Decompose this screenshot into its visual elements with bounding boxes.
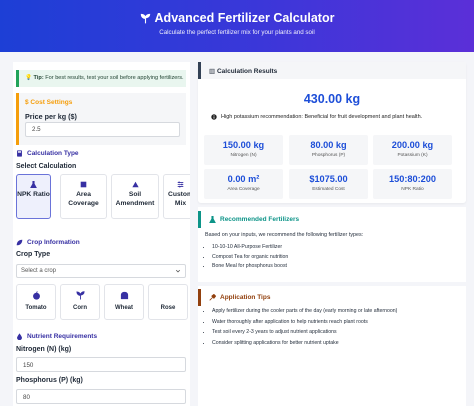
leaf-icon xyxy=(16,239,23,246)
nutrients-heading: Nutrient Requirements xyxy=(16,333,97,340)
price-input[interactable] xyxy=(25,122,180,137)
flask-icon xyxy=(30,181,37,188)
app-title-row: Advanced Fertilizer Calculator xyxy=(0,11,474,25)
calc-type-heading: Calculation Type xyxy=(16,150,79,157)
fertilizer-list: 10-10-10 All-Purpose Fertilizer Compost … xyxy=(212,243,288,272)
app-subtitle: Calculate the perfect fertilizer mix for… xyxy=(159,29,315,36)
flower-icon xyxy=(164,292,172,299)
stat-potassium: 200.00 kg Potassium (K) xyxy=(373,135,452,165)
results-card: ▥ Calculation Results 430.00 kg High pot… xyxy=(198,62,466,203)
tips-heading: Application Tips xyxy=(198,289,466,306)
list-item: Test soil every 2-3 years to adjust nutr… xyxy=(212,327,397,338)
stat-npk-ratio: 150:80:200 NPK Ratio xyxy=(373,169,452,199)
total-weight: 430.00 kg xyxy=(303,92,361,106)
crop-type-label: Crop Type xyxy=(16,251,51,258)
tip-label: Tip: xyxy=(33,75,44,81)
phosphorus-input[interactable]: 80 xyxy=(16,389,186,404)
flask-icon xyxy=(209,216,216,223)
crop-select[interactable]: Select a crop xyxy=(16,264,186,278)
crop-heading: Crop Information xyxy=(16,239,80,246)
droplet-icon xyxy=(17,333,22,340)
list-item: Compost Tea for organic nutrition xyxy=(212,253,288,263)
crop-option-corn[interactable]: Corn xyxy=(60,284,100,320)
phosphorus-label: Phosphorus (P) (kg) xyxy=(16,377,83,384)
cost-settings: $ Cost Settings Price per kg ($) xyxy=(16,93,186,145)
fertilizers-card: Recommended Fertilizers Based on your in… xyxy=(198,207,466,282)
crop-option-wheat[interactable]: Wheat xyxy=(104,284,144,320)
chevron-down-icon xyxy=(175,269,181,273)
area-icon xyxy=(80,181,87,188)
tips-card: Application Tips Apply fertilizer during… xyxy=(198,286,466,406)
app-header: Advanced Fertilizer Calculator Calculate… xyxy=(0,0,474,52)
seedling-icon xyxy=(75,291,85,300)
app-title: Advanced Fertilizer Calculator xyxy=(154,11,335,25)
mountain-icon xyxy=(131,181,139,188)
nitrogen-label: Nitrogen (N) (kg) xyxy=(16,346,72,353)
stat-phosphorus: 80.00 kg Phosphorus (P) xyxy=(289,135,368,165)
stat-cost: $1075.00 Estimated Cost xyxy=(289,169,368,199)
cost-settings-heading: $ Cost Settings xyxy=(25,99,73,106)
input-panel: 💡 Tip: For best results, test your soil … xyxy=(13,62,190,406)
fertilizers-intro: Based on your inputs, we recommend the f… xyxy=(205,232,364,238)
info-icon xyxy=(211,114,217,120)
calc-select-label: Select Calculation xyxy=(16,163,77,170)
results-heading: ▥ Calculation Results xyxy=(198,62,466,79)
crop-option-tomato[interactable]: Tomato xyxy=(16,284,56,320)
trowel-icon xyxy=(209,294,216,301)
apple-icon xyxy=(32,291,40,300)
calc-option-npk[interactable]: NPK Ratio xyxy=(16,174,51,219)
calc-option-custom[interactable]: Custom Mix xyxy=(163,174,190,219)
list-item: 10-10-10 All-Purpose Fertilizer xyxy=(212,243,288,253)
price-label: Price per kg ($) xyxy=(25,112,77,121)
list-item: Bone Meal for phosphorus boost xyxy=(212,262,288,272)
list-item: Consider splitting applications for bett… xyxy=(212,338,397,349)
bread-icon xyxy=(120,291,128,300)
stat-area: 0.00 m² Area Coverage xyxy=(204,169,283,199)
recommendation: High potassium recommendation: Beneficia… xyxy=(211,114,422,120)
tip-banner: 💡 Tip: For best results, test your soil … xyxy=(16,70,186,87)
fertilizers-heading: Recommended Fertilizers xyxy=(198,211,466,228)
lightbulb-icon: 💡 xyxy=(25,75,32,81)
list-item: Water thoroughly after application to he… xyxy=(212,317,397,328)
calc-option-area[interactable]: Area Coverage xyxy=(60,174,107,219)
stat-nitrogen: 150.00 kg Nitrogen (N) xyxy=(204,135,283,165)
list-item: Apply fertilizer during the cooler parts… xyxy=(212,306,397,317)
crop-option-rose[interactable]: Rose xyxy=(148,284,188,320)
tips-list: Apply fertilizer during the cooler parts… xyxy=(212,306,397,348)
chart-icon: ▥ xyxy=(209,68,216,75)
nitrogen-input[interactable]: 150 xyxy=(16,357,186,372)
tip-text: For best results, test your soil before … xyxy=(45,75,184,81)
calculator-icon xyxy=(17,150,22,157)
seedling-icon xyxy=(140,13,150,23)
sliders-icon xyxy=(177,181,184,188)
calc-option-soil[interactable]: Soil Amendment xyxy=(111,174,159,219)
